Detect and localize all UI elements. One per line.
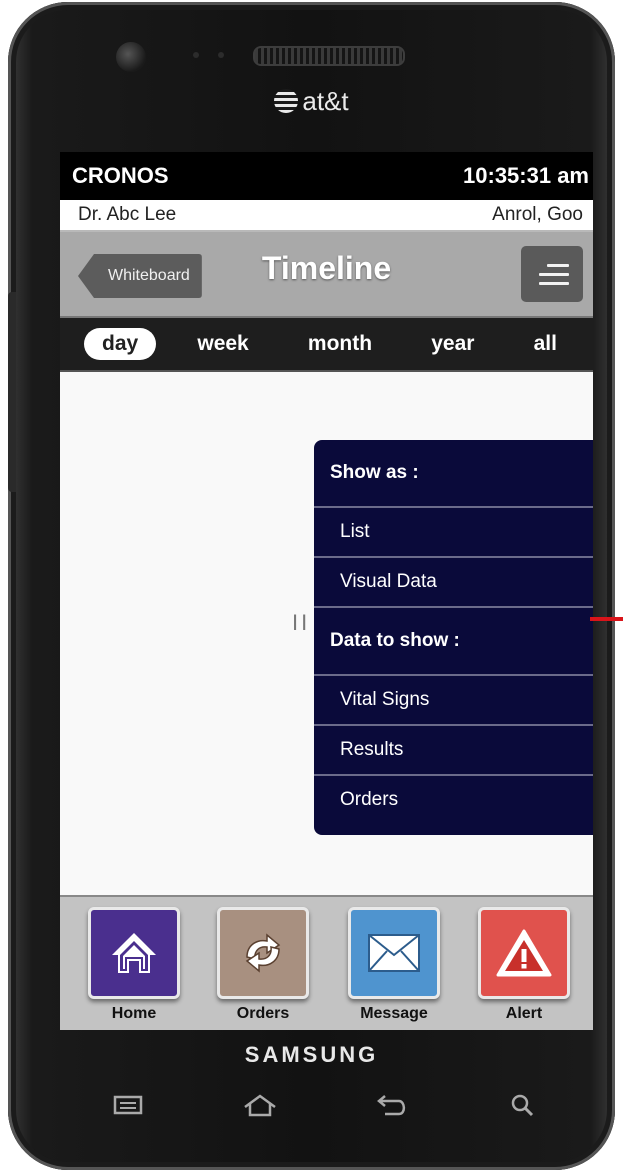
data-to-show-heading: Data to show : [314, 608, 593, 676]
option-orders[interactable]: Orders [314, 776, 593, 824]
option-list[interactable]: List [314, 508, 593, 558]
sensor-dot [218, 52, 224, 58]
home-key-icon[interactable] [240, 1090, 280, 1120]
warning-icon [478, 907, 570, 999]
options-panel: Show as : List Visual Data Data to show … [314, 440, 593, 835]
carrier-label: at&t [302, 86, 349, 116]
phone-frame: at&t CRONOS 10:35:31 am Dr. Abc Lee Anro… [8, 2, 615, 1170]
tab-day[interactable]: day [84, 328, 157, 360]
patient-name: Anrol, Goo [492, 204, 583, 225]
app-header: Whiteboard Timeline [60, 232, 593, 318]
back-key-icon[interactable] [372, 1090, 412, 1120]
option-vital-signs[interactable]: Vital Signs [314, 676, 593, 726]
bottom-dock: Home Orders Message Alert [60, 895, 593, 1030]
search-key-icon[interactable] [502, 1090, 542, 1120]
dock-alert-label: Alert [505, 1005, 543, 1022]
samsung-logo: SAMSUNG [244, 1042, 379, 1067]
red-indicator-line [590, 617, 623, 621]
menu-button[interactable] [521, 246, 583, 302]
dock-orders-label: Orders [236, 1005, 290, 1022]
hamburger-icon [539, 281, 569, 285]
dock-orders[interactable]: Orders [217, 907, 309, 1023]
tab-month[interactable]: month [290, 328, 390, 360]
show-as-heading: Show as : [314, 440, 593, 508]
option-visual-data[interactable]: Visual Data [314, 558, 593, 608]
dock-home-label: Home [111, 1005, 157, 1022]
dock-message[interactable]: Message [348, 907, 440, 1023]
envelope-icon [348, 907, 440, 999]
home-icon [88, 907, 180, 999]
panel-drag-handle[interactable]: II [292, 610, 310, 636]
app-name: CRONOS [72, 163, 169, 188]
hamburger-icon [547, 263, 569, 267]
menu-key-icon[interactable] [108, 1090, 148, 1120]
tab-week[interactable]: week [179, 328, 266, 360]
doctor-name: Dr. Abc Lee [78, 204, 177, 225]
refresh-icon [217, 907, 309, 999]
screen: CRONOS 10:35:31 am Dr. Abc Lee Anrol, Go… [60, 152, 593, 1030]
sensor-dot [193, 52, 199, 58]
volume-button[interactable] [8, 292, 16, 492]
whiteboard-back-button[interactable]: Whiteboard [78, 254, 202, 298]
time-range-tabs: day week month year all [60, 318, 593, 373]
dock-home[interactable]: Home [88, 907, 180, 1023]
clock: 10:35:31 am [463, 163, 589, 188]
dock-alert[interactable]: Alert [478, 907, 570, 1023]
user-bar: Dr. Abc Lee Anrol, Goo [60, 200, 593, 232]
timeline-content: II Show as : List Visual Data Data to sh… [60, 372, 593, 897]
option-results[interactable]: Results [314, 726, 593, 776]
att-globe-icon [274, 89, 299, 113]
carrier-logo: at&t [8, 86, 615, 117]
earpiece-speaker [253, 46, 405, 66]
status-bar: CRONOS 10:35:31 am [60, 152, 593, 200]
camera-icon [116, 42, 146, 72]
dock-message-label: Message [360, 1005, 428, 1022]
tab-all[interactable]: all [516, 328, 575, 360]
tab-year[interactable]: year [413, 328, 492, 360]
hamburger-icon [539, 272, 569, 276]
